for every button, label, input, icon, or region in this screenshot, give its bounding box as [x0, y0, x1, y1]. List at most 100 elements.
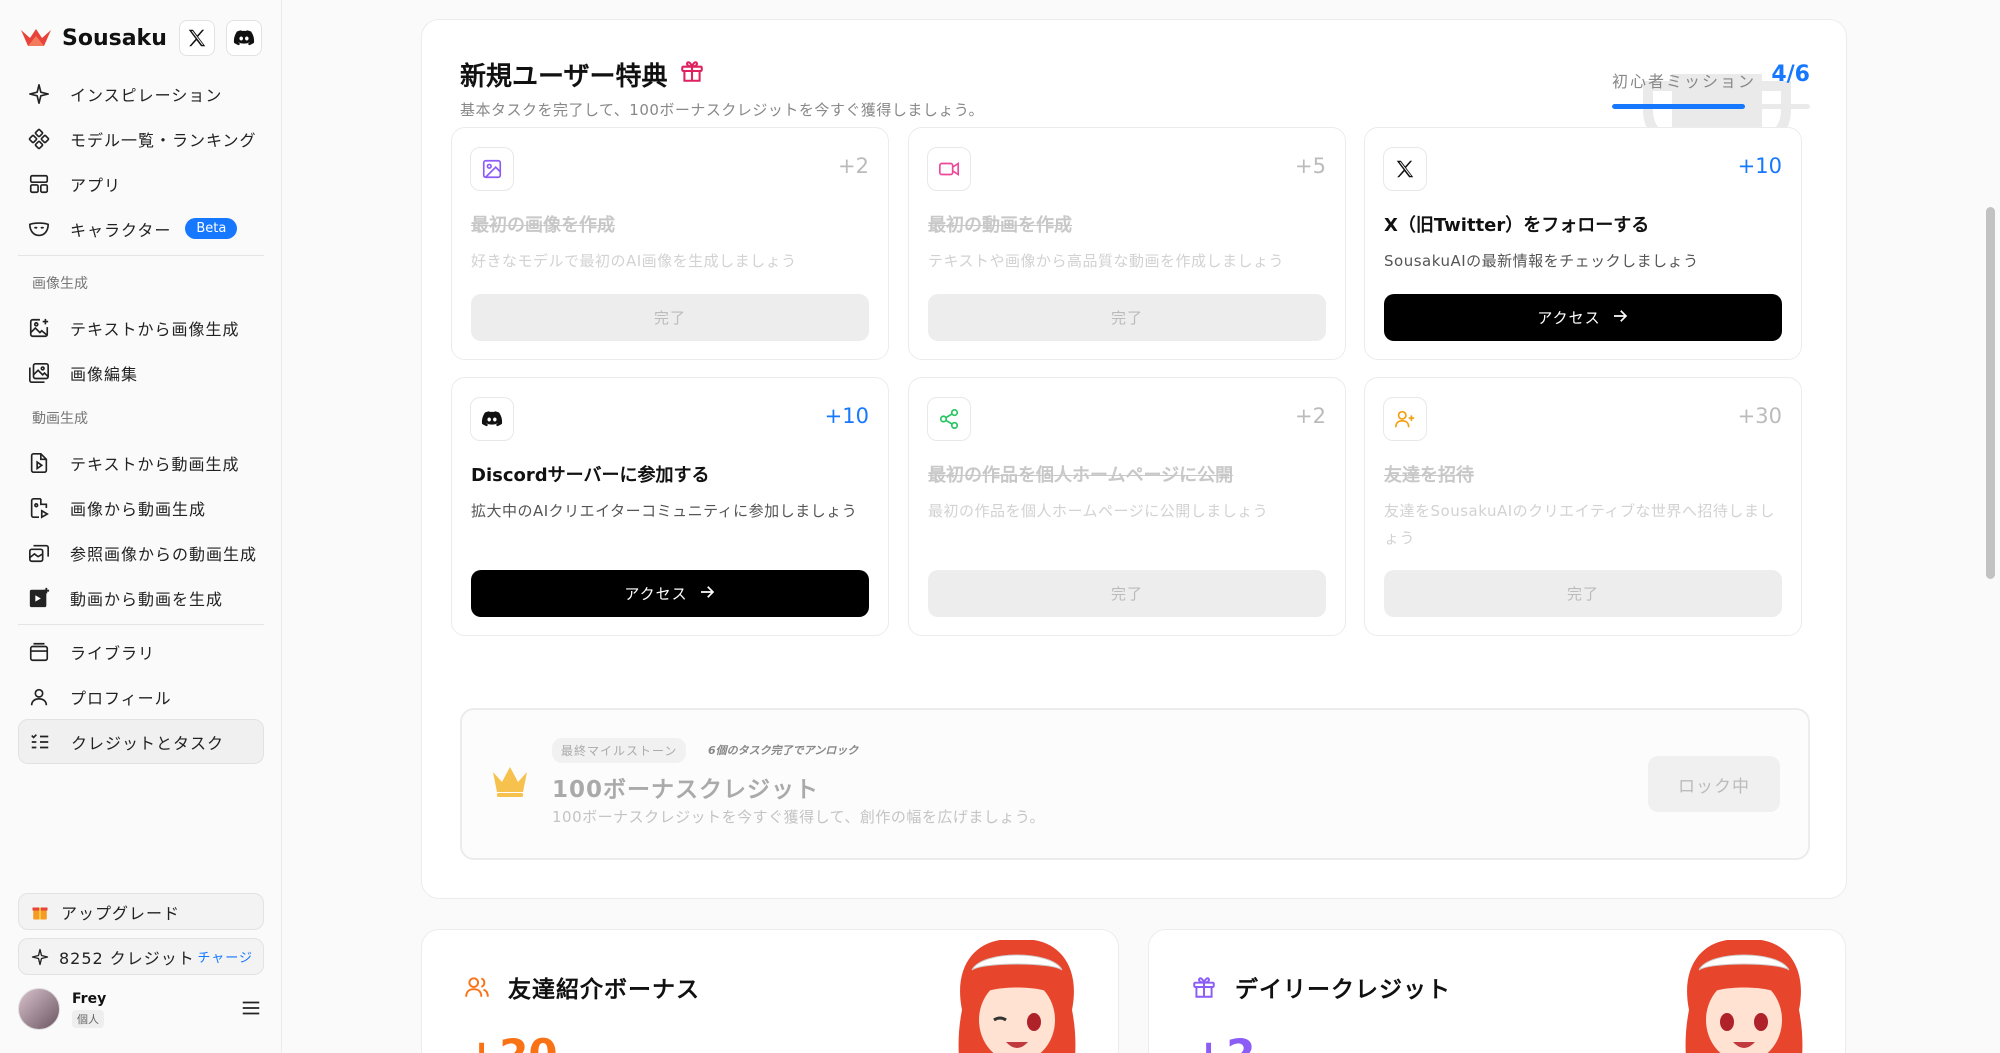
- nav-item-apps[interactable]: アプリ: [18, 161, 264, 206]
- discord-social-button[interactable]: [226, 20, 262, 56]
- task-access-button[interactable]: アクセス: [471, 570, 869, 617]
- task-title: 友達を招待: [1384, 465, 1474, 486]
- user-info: Frey 個人: [72, 991, 106, 1028]
- daily-credit-title: デイリークレジット: [1191, 970, 1451, 1004]
- nav-item-image-to-video[interactable]: 画像から動画生成: [18, 485, 264, 530]
- gift-icon: [1191, 974, 1217, 1000]
- charge-link[interactable]: チャージ: [197, 947, 253, 966]
- nav-item-library[interactable]: ライブラリ: [18, 629, 264, 674]
- task-card-join-discord: +10 Discordサーバーに参加する 拡大中のAIクリエイターコミュニティに…: [451, 377, 889, 636]
- maid-character-smile-illustration: [1685, 940, 1803, 1053]
- nav-label-image-to-video: 画像から動画生成: [70, 499, 207, 519]
- new-user-bonus-panel: 新規ユーザー特典 基本タスクを完了して、100ボーナスクレジットを今すぐ獲得しま…: [421, 19, 1847, 899]
- credits-button[interactable]: 8252 クレジット チャージ: [18, 938, 264, 975]
- nav-item-reference-to-video[interactable]: 参照画像からの動画生成: [18, 530, 264, 575]
- nav-label-text-to-image: テキストから画像生成: [70, 319, 240, 339]
- task-description: 拡大中のAIクリエイターコミュニティに参加しましょう: [471, 502, 858, 520]
- task-complete-button[interactable]: 完了: [928, 570, 1326, 617]
- task-access-label: アクセス: [624, 585, 688, 603]
- task-points: +10: [1737, 154, 1782, 178]
- referral-bonus-value: +20: [464, 1030, 558, 1053]
- task-complete-button[interactable]: 完了: [928, 294, 1326, 341]
- nav-item-credits-tasks[interactable]: クレジットとタスク: [18, 719, 264, 764]
- task-points: +2: [838, 154, 869, 178]
- milestone-description: 100ボーナスクレジットを今すぐ獲得して、創作の幅を広げましょう。: [552, 808, 1046, 826]
- sousaku-logo-icon: [21, 29, 51, 46]
- app-name: Sousaku: [62, 25, 167, 51]
- task-title: 最初の動画を作成: [928, 215, 1072, 236]
- daily-credit-title-text: デイリークレジット: [1235, 977, 1451, 1003]
- beginner-mission-progress: 初心者ミッション 4/6: [1612, 62, 1810, 109]
- image-plus-icon: [28, 317, 50, 339]
- page-subtitle: 基本タスクを完了して、100ボーナスクレジットを今すぐ獲得しましょう。: [460, 101, 985, 119]
- nav-item-video-to-video[interactable]: 動画から動画を生成: [18, 575, 264, 620]
- x-logo-icon: [188, 29, 206, 47]
- image-edit-icon: [28, 362, 50, 384]
- task-points: +30: [1737, 404, 1782, 428]
- nav-item-models[interactable]: モデル一覧・ランキング: [18, 116, 264, 161]
- task-card-first-image: +2 最初の画像を作成 好きなモデルで最初のAI画像を生成しましょう 完了: [451, 127, 889, 360]
- nav-label-video-to-video: 動画から動画を生成: [70, 589, 224, 609]
- task-card-publish-work: +2 最初の作品を個人ホームページに公開 最初の作品を個人ホームページに公開しま…: [908, 377, 1346, 636]
- daily-credit-card: デイリークレジット +2: [1148, 929, 1846, 1053]
- milestone-unlock-note: 6個のタスク完了でアンロック: [708, 744, 859, 757]
- nav-label-image-edit: 画像編集: [70, 364, 139, 384]
- user-plus-icon: [1383, 397, 1427, 441]
- task-access-label: アクセス: [1537, 309, 1601, 327]
- file-play-icon: [28, 452, 50, 474]
- task-points: +2: [1295, 404, 1326, 428]
- nav-label-reference-to-video: 参照画像からの動画生成: [70, 544, 258, 564]
- task-description: 好きなモデルで最初のAI画像を生成しましょう: [471, 252, 797, 270]
- discord-logo-icon: [470, 397, 514, 441]
- locked-button[interactable]: ロック中: [1648, 756, 1780, 812]
- task-description: 最初の作品を個人ホームページに公開しましょう: [928, 502, 1269, 520]
- main-nav: インスピレーション モデル一覧・ランキング アプリ キャラクター Beta 画像…: [18, 71, 264, 764]
- share-icon: [927, 397, 971, 441]
- nav-label-credits-tasks: クレジットとタスク: [71, 733, 225, 753]
- page-scrollbar[interactable]: [1986, 207, 1995, 579]
- nav-label-text-to-video: テキストから動画生成: [70, 454, 240, 474]
- nav-label-character: キャラクター: [70, 220, 172, 240]
- nav-divider: [18, 624, 264, 625]
- page-title-text: 新規ユーザー特典: [460, 62, 668, 92]
- maid-character-wink-illustration: [958, 940, 1076, 1053]
- nav-label-inspiration: インスピレーション: [70, 85, 223, 105]
- sidebar: Sousaku インスピレーション モデル一覧・ランキング アプリ キャラクター…: [0, 0, 282, 1053]
- task-access-button[interactable]: アクセス: [1384, 294, 1782, 341]
- sparkle-icon: [28, 83, 50, 105]
- mission-count: 4/6: [1771, 62, 1810, 87]
- nav-item-profile[interactable]: プロフィール: [18, 674, 264, 719]
- nav-item-text-to-video[interactable]: テキストから動画生成: [18, 440, 264, 485]
- task-card-invite-friend: +30 友達を招待 友達をSousakuAIのクリエイティブな世界へ招待しましょ…: [1364, 377, 1802, 636]
- user-account[interactable]: Frey 個人: [18, 985, 264, 1033]
- x-social-button[interactable]: [179, 20, 215, 56]
- task-complete-button[interactable]: 完了: [1384, 570, 1782, 617]
- gift-icon: [679, 58, 705, 91]
- milestone-title: 100ボーナスクレジット: [552, 777, 820, 803]
- task-description: 友達をSousakuAIのクリエイティブな世界へ招待しましょう: [1384, 502, 1775, 547]
- checklist-icon: [29, 731, 51, 753]
- section-label-image: 画像生成: [32, 275, 88, 292]
- nav-label-profile: プロフィール: [70, 688, 172, 708]
- task-title: 最初の画像を作成: [471, 215, 615, 236]
- nav-item-text-to-image[interactable]: テキストから画像生成: [18, 305, 264, 350]
- final-milestone-card: 最終マイルストーン 6個のタスク完了でアンロック 100ボーナスクレジット 10…: [460, 708, 1810, 860]
- hamburger-menu-icon[interactable]: [240, 997, 262, 1019]
- referral-bonus-title-text: 友達紹介ボーナス: [508, 977, 700, 1003]
- task-complete-button[interactable]: 完了: [471, 294, 869, 341]
- video-plus-icon: [28, 587, 50, 609]
- models-icon: [28, 128, 50, 150]
- mission-progress-bar: [1612, 104, 1810, 109]
- x-logo-icon: [1383, 147, 1427, 191]
- video-camera-icon: [927, 147, 971, 191]
- brand[interactable]: Sousaku: [20, 20, 167, 56]
- nav-item-character[interactable]: キャラクター Beta: [18, 206, 264, 251]
- referral-bonus-title: 友達紹介ボーナス: [464, 970, 700, 1004]
- credits-balance: 8252 クレジット: [59, 948, 195, 968]
- upgrade-button[interactable]: アップグレード: [18, 893, 264, 930]
- image-icon: [470, 147, 514, 191]
- nav-item-image-edit[interactable]: 画像編集: [18, 350, 264, 395]
- nav-item-inspiration[interactable]: インスピレーション: [18, 71, 264, 116]
- task-points: +5: [1295, 154, 1326, 178]
- sparkle-icon: [31, 948, 49, 966]
